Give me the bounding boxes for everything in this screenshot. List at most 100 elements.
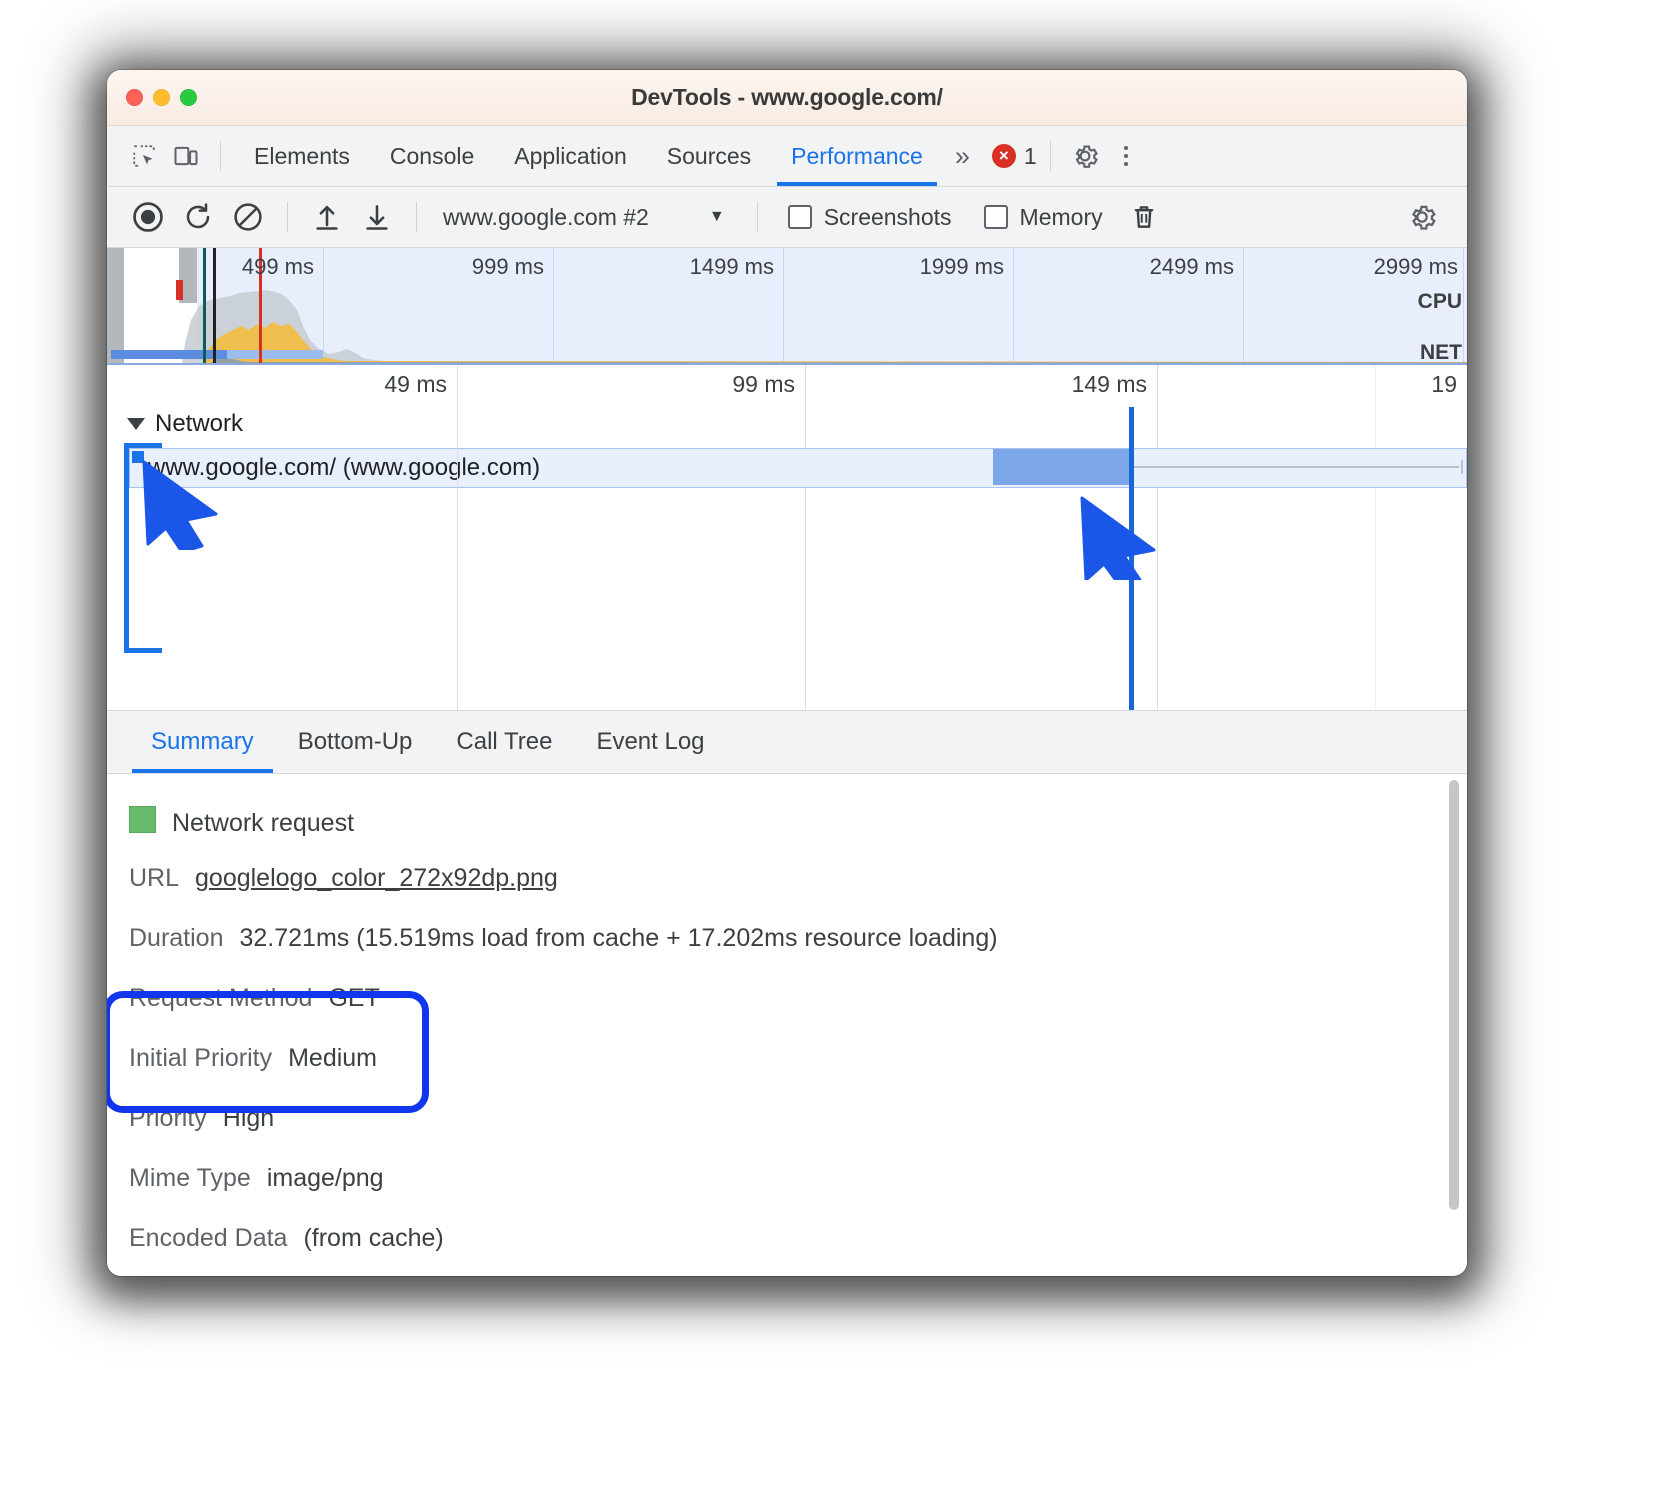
device-toolbar-icon[interactable] [165,135,207,177]
checkbox-box-memory[interactable] [983,205,1008,229]
network-group-header[interactable]: Network [127,410,243,438]
screenshots-checkbox[interactable]: Screenshots [774,204,966,231]
chevron-down-icon[interactable]: ▼ [663,208,741,226]
maximize-window-button[interactable] [180,89,197,106]
overview-cpu-label: CPU [1417,290,1462,313]
summary-key-duration: Duration [129,924,224,952]
perf-divider-1 [287,202,288,232]
summary-row-mime-type: Mime Type image/png [129,1164,1467,1224]
devtools-tabbar: Elements Console Application Sources Per… [107,126,1467,187]
capture-settings-icon[interactable] [1399,194,1445,240]
flame-tick: 99 ms [732,371,795,397]
flame-gridline [805,365,806,710]
inspect-icon[interactable] [123,135,165,177]
summary-value-url-link[interactable]: googlelogo_color_272x92dp.png [195,864,558,893]
flame-gridline [1157,365,1158,710]
reload-record-icon[interactable] [175,194,221,240]
tab-elements[interactable]: Elements [234,126,370,186]
summary-legend-label: Network request [172,809,355,837]
error-count: 1 [1023,142,1037,169]
tab-event-log[interactable]: Event Log [574,711,726,773]
summary-row-request-method: Request Method GET [129,984,1467,1044]
summary-row-initial-priority: Initial Priority Medium [129,1044,1467,1104]
error-icon: × [991,144,1016,168]
network-flame-chart[interactable]: 49 ms 99 ms 149 ms 19 Network www.google… [107,365,1467,711]
detail-tabbar: Summary Bottom-Up Call Tree Event Log [107,711,1467,774]
more-vertical-icon[interactable] [1106,136,1146,176]
tab-performance[interactable]: Performance [771,126,943,186]
window-titlebar: DevTools - www.google.com/ [107,70,1467,126]
summary-scrollbar[interactable] [1449,780,1459,1210]
error-badge[interactable]: × 1 [978,143,1037,170]
summary-row-url: URL googlelogo_color_272x92dp.png [129,864,1467,924]
overview-net-strip [107,350,1467,361]
summary-key-encoded-data: Encoded Data [129,1224,288,1252]
flame-row-label: www.google.com/ (www.google.com) [148,454,541,481]
summary-legend-row: Network request [129,804,1467,864]
memory-checkbox[interactable]: Memory [970,204,1117,231]
profile-select[interactable]: www.google.com #2 [433,204,659,231]
tab-bottom-up[interactable]: Bottom-Up [276,711,435,773]
tab-summary[interactable]: Summary [129,711,276,773]
minimize-window-button[interactable] [153,89,170,106]
network-request-color-swatch [129,806,156,833]
performance-toolbar: www.google.com #2 ▼ Screenshots Memory [107,187,1467,248]
flame-tick: 19 [1431,371,1457,397]
overview-tick: 499 ms [241,254,314,279]
perf-divider-2 [416,202,417,232]
toolbar-divider [220,141,221,171]
summary-panel: Network request URL googlelogo_color_272… [107,774,1467,1276]
more-tabs-icon[interactable]: » [943,141,978,172]
overview-tick: 999 ms [471,254,544,279]
close-window-button[interactable] [126,89,143,106]
window-title: DevTools - www.google.com/ [631,84,943,110]
perf-divider-3 [756,202,758,232]
flame-tick: 49 ms [384,371,447,397]
summary-row-priority: Priority High [129,1104,1467,1164]
summary-value-mime-type: image/png [266,1164,384,1192]
overview-frame-marker [176,280,183,300]
flame-row-main-document[interactable]: www.google.com/ (www.google.com) [129,448,1467,488]
screenshots-label: Screenshots [823,203,952,230]
tab-application[interactable]: Application [494,126,647,186]
flame-tick: 149 ms [1071,371,1147,397]
tab-call-tree[interactable]: Call Tree [434,711,574,773]
summary-value-priority: High [222,1104,275,1132]
delete-icon[interactable] [1121,194,1167,240]
summary-value-duration: 32.721ms (15.519ms load from cache + 17.… [239,924,998,952]
devtools-window: DevTools - www.google.com/ Elements Cons… [107,70,1467,1276]
network-group-label: Network [155,410,244,437]
memory-label: Memory [1019,203,1103,230]
summary-value-encoded-data: (from cache) [303,1224,444,1252]
gear-icon[interactable] [1064,135,1106,177]
summary-key-initial-priority: Initial Priority [129,1044,273,1072]
overview-event-marker [213,248,216,363]
tab-sources[interactable]: Sources [647,126,771,186]
clear-icon[interactable] [225,194,271,240]
summary-key-priority: Priority [129,1104,207,1132]
bracket-bottom [124,648,162,653]
summary-row-duration: Duration 32.721ms (15.519ms load from ca… [129,924,1467,984]
traffic-lights[interactable] [126,89,197,106]
chevron-down-icon[interactable] [127,418,145,430]
summary-key-url: URL [129,864,180,892]
download-profile-icon[interactable] [354,194,400,240]
summary-key-request-method: Request Method [129,984,313,1012]
request-wire [1129,466,1459,468]
overview-tick: 1999 ms [919,254,1004,279]
checkbox-box-screenshots[interactable] [787,205,812,229]
upload-profile-icon[interactable] [304,194,350,240]
flame-gridline [457,407,458,710]
timeline-overview[interactable]: 499 ms 999 ms 1499 ms 1999 ms 2499 ms 29… [107,248,1467,365]
overview-tick: 1499 ms [689,254,774,279]
flame-gridline [1375,365,1376,710]
overview-dcl-marker [203,248,206,363]
request-wire-cap [1461,460,1463,474]
summary-row-encoded-data: Encoded Data (from cache) [129,1224,1467,1276]
request-download-bar[interactable] [993,449,1129,485]
overview-net-label: NET [1420,341,1462,364]
perf-toolbar-right [1399,194,1467,240]
toolbar-divider-2 [1049,141,1051,171]
tab-console[interactable]: Console [370,126,494,186]
record-icon[interactable] [125,194,171,240]
